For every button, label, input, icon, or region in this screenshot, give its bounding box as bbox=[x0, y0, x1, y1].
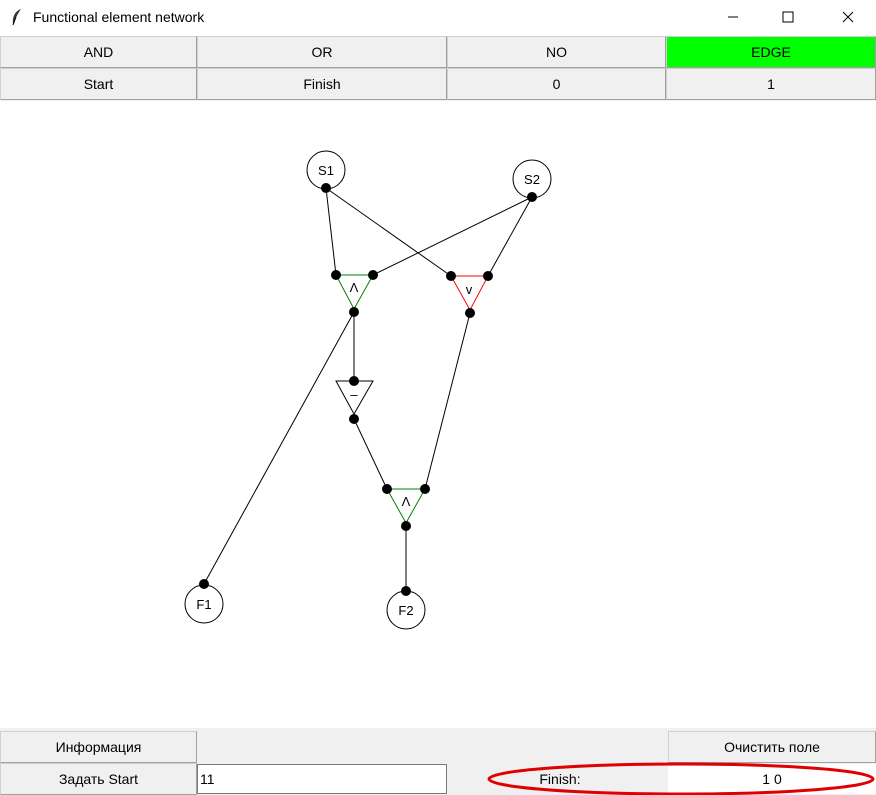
node-s1-label: S1 bbox=[318, 163, 334, 178]
minimize-button[interactable] bbox=[710, 0, 756, 34]
start-input[interactable] bbox=[200, 771, 446, 787]
edge-button[interactable]: EDGE bbox=[666, 36, 876, 68]
title-bar: Functional element network bbox=[0, 0, 876, 36]
port bbox=[446, 271, 456, 281]
annotation-ellipse bbox=[487, 762, 875, 795]
and-button[interactable]: AND bbox=[0, 36, 197, 68]
port bbox=[483, 271, 493, 281]
zero-button[interactable]: 0 bbox=[447, 68, 666, 100]
or-button[interactable]: OR bbox=[197, 36, 447, 68]
port bbox=[349, 414, 359, 424]
minimize-icon bbox=[728, 16, 738, 18]
port bbox=[401, 521, 411, 531]
port bbox=[465, 308, 475, 318]
finish-button[interactable]: Finish bbox=[197, 68, 447, 100]
gate-and-bottom[interactable]: Λ bbox=[386, 488, 426, 525]
port bbox=[349, 307, 359, 317]
port bbox=[199, 579, 209, 589]
edge-s1-and bbox=[325, 187, 337, 276]
start-input-field[interactable] bbox=[197, 764, 447, 794]
port bbox=[527, 192, 537, 202]
feather-icon bbox=[12, 9, 21, 26]
port bbox=[331, 270, 341, 280]
node-f1-label: F1 bbox=[196, 597, 211, 612]
port bbox=[349, 376, 359, 386]
port bbox=[401, 586, 411, 596]
node-f2-label: F2 bbox=[398, 603, 413, 618]
gate-and-top-label: Λ bbox=[350, 280, 359, 295]
port bbox=[321, 183, 331, 193]
node-f2[interactable]: F2 bbox=[386, 590, 426, 630]
close-icon bbox=[842, 11, 854, 23]
edge-s2-and bbox=[372, 196, 533, 276]
node-f1[interactable]: F1 bbox=[184, 584, 224, 624]
set-start-button[interactable]: Задать Start bbox=[0, 763, 197, 795]
window-title: Functional element network bbox=[33, 9, 205, 25]
clear-field-button[interactable]: Очистить поле bbox=[668, 731, 876, 763]
edge-and-f1 bbox=[203, 311, 355, 585]
port bbox=[420, 484, 430, 494]
edge-s2-or bbox=[487, 196, 533, 277]
start-button[interactable]: Start bbox=[0, 68, 197, 100]
gate-not-label: – bbox=[350, 387, 358, 402]
edge-not-and2 bbox=[353, 418, 388, 490]
port bbox=[368, 270, 378, 280]
one-button[interactable]: 1 bbox=[666, 68, 876, 100]
gate-or-top[interactable]: v bbox=[450, 275, 489, 312]
port bbox=[382, 484, 392, 494]
edge-or-and2 bbox=[424, 312, 471, 490]
info-button[interactable]: Информация bbox=[0, 731, 197, 763]
maximize-button[interactable] bbox=[765, 0, 811, 34]
no-button[interactable]: NO bbox=[447, 36, 666, 68]
close-button[interactable] bbox=[825, 0, 871, 34]
maximize-icon bbox=[782, 11, 794, 23]
gate-or-top-label: v bbox=[466, 282, 473, 297]
gate-and-bottom-label: Λ bbox=[402, 494, 411, 509]
edge-s1-or bbox=[325, 187, 452, 277]
node-s2-label: S2 bbox=[524, 172, 540, 187]
network-canvas[interactable]: S1 S2 F1 F2 Λ v – Λ bbox=[0, 101, 876, 728]
gate-and-top[interactable]: Λ bbox=[335, 274, 374, 311]
